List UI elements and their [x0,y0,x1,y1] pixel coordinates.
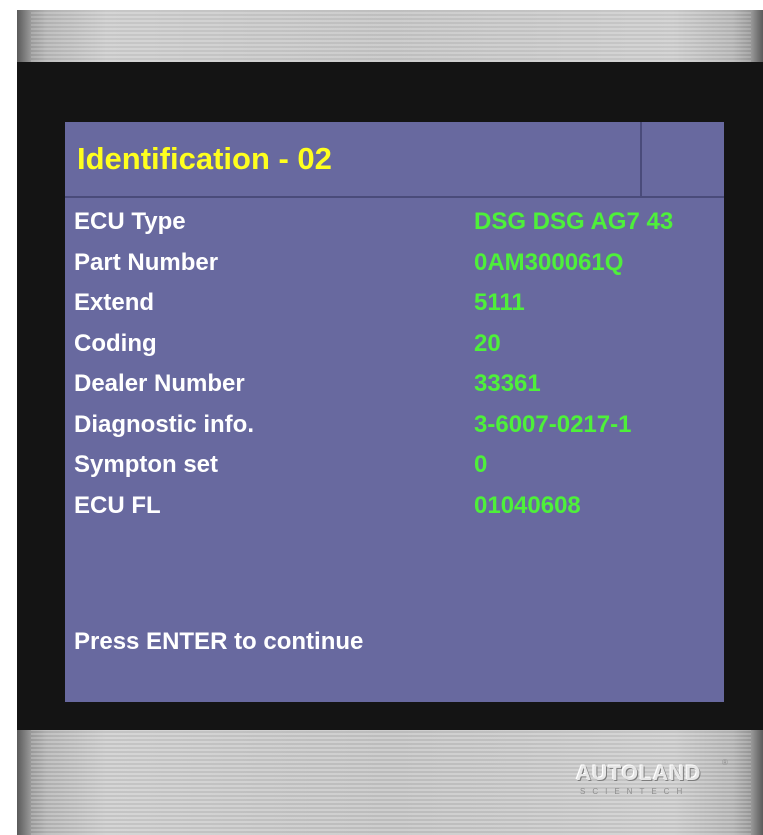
list-item-dealer-number: Dealer Number 33361 [65,366,724,407]
row-label: Part Number [74,248,219,276]
title-bar: Identification - 02 [65,122,724,198]
row-value: 5111 [474,289,525,316]
list-item-part-number: Part Number 0AM300061Q [65,245,724,286]
list-item-extend: Extend 5111 [65,285,724,326]
trademark-mark: ® [722,758,728,767]
row-label: Sympton set [74,451,219,478]
list-item-diagnostic-info: Diagnostic info. 3-6007-0217-1 [65,407,724,448]
row-value: 3-6007-0217-1 [474,410,632,438]
continue-prompt: Press ENTER to continue [74,628,364,655]
row-label: Extend [74,289,155,316]
row-value: DSG DSG AG7 43 [474,208,674,235]
page-title: Identification - 02 [77,141,332,176]
row-label: ECU FL [74,491,161,519]
row-label: Dealer Number [74,370,245,397]
title-side-cell [644,122,724,196]
row-value: 01040608 [474,491,581,519]
row-value: 0 [474,451,488,478]
row-value: 0AM300061Q [474,248,624,276]
row-label: ECU Type [74,208,186,235]
logo-subtext: SCIENTECH [580,787,690,796]
logo-wordmark: AUTOLAND [576,762,702,785]
row-label: Diagnostic info. [74,410,254,438]
row-value: 33361 [474,370,541,397]
row-label: Coding [74,329,157,357]
autoland-logo: AUTOLAND ® SCIENTECH [576,758,728,802]
lcd-screen: Identification - 02 ECU Type DSG DSG AG7… [65,122,724,702]
list-item-sympton-set: Sympton set 0 [65,447,724,488]
identification-list: ECU Type DSG DSG AG7 43 Part Number 0AM3… [65,204,724,528]
list-item-coding: Coding 20 [65,326,724,367]
list-item-ecu-fl: ECU FL 01040608 [65,488,724,529]
list-item-ecu-type: ECU Type DSG DSG AG7 43 [65,204,724,245]
row-value: 20 [474,329,501,357]
title-cell: Identification - 02 [65,122,642,196]
